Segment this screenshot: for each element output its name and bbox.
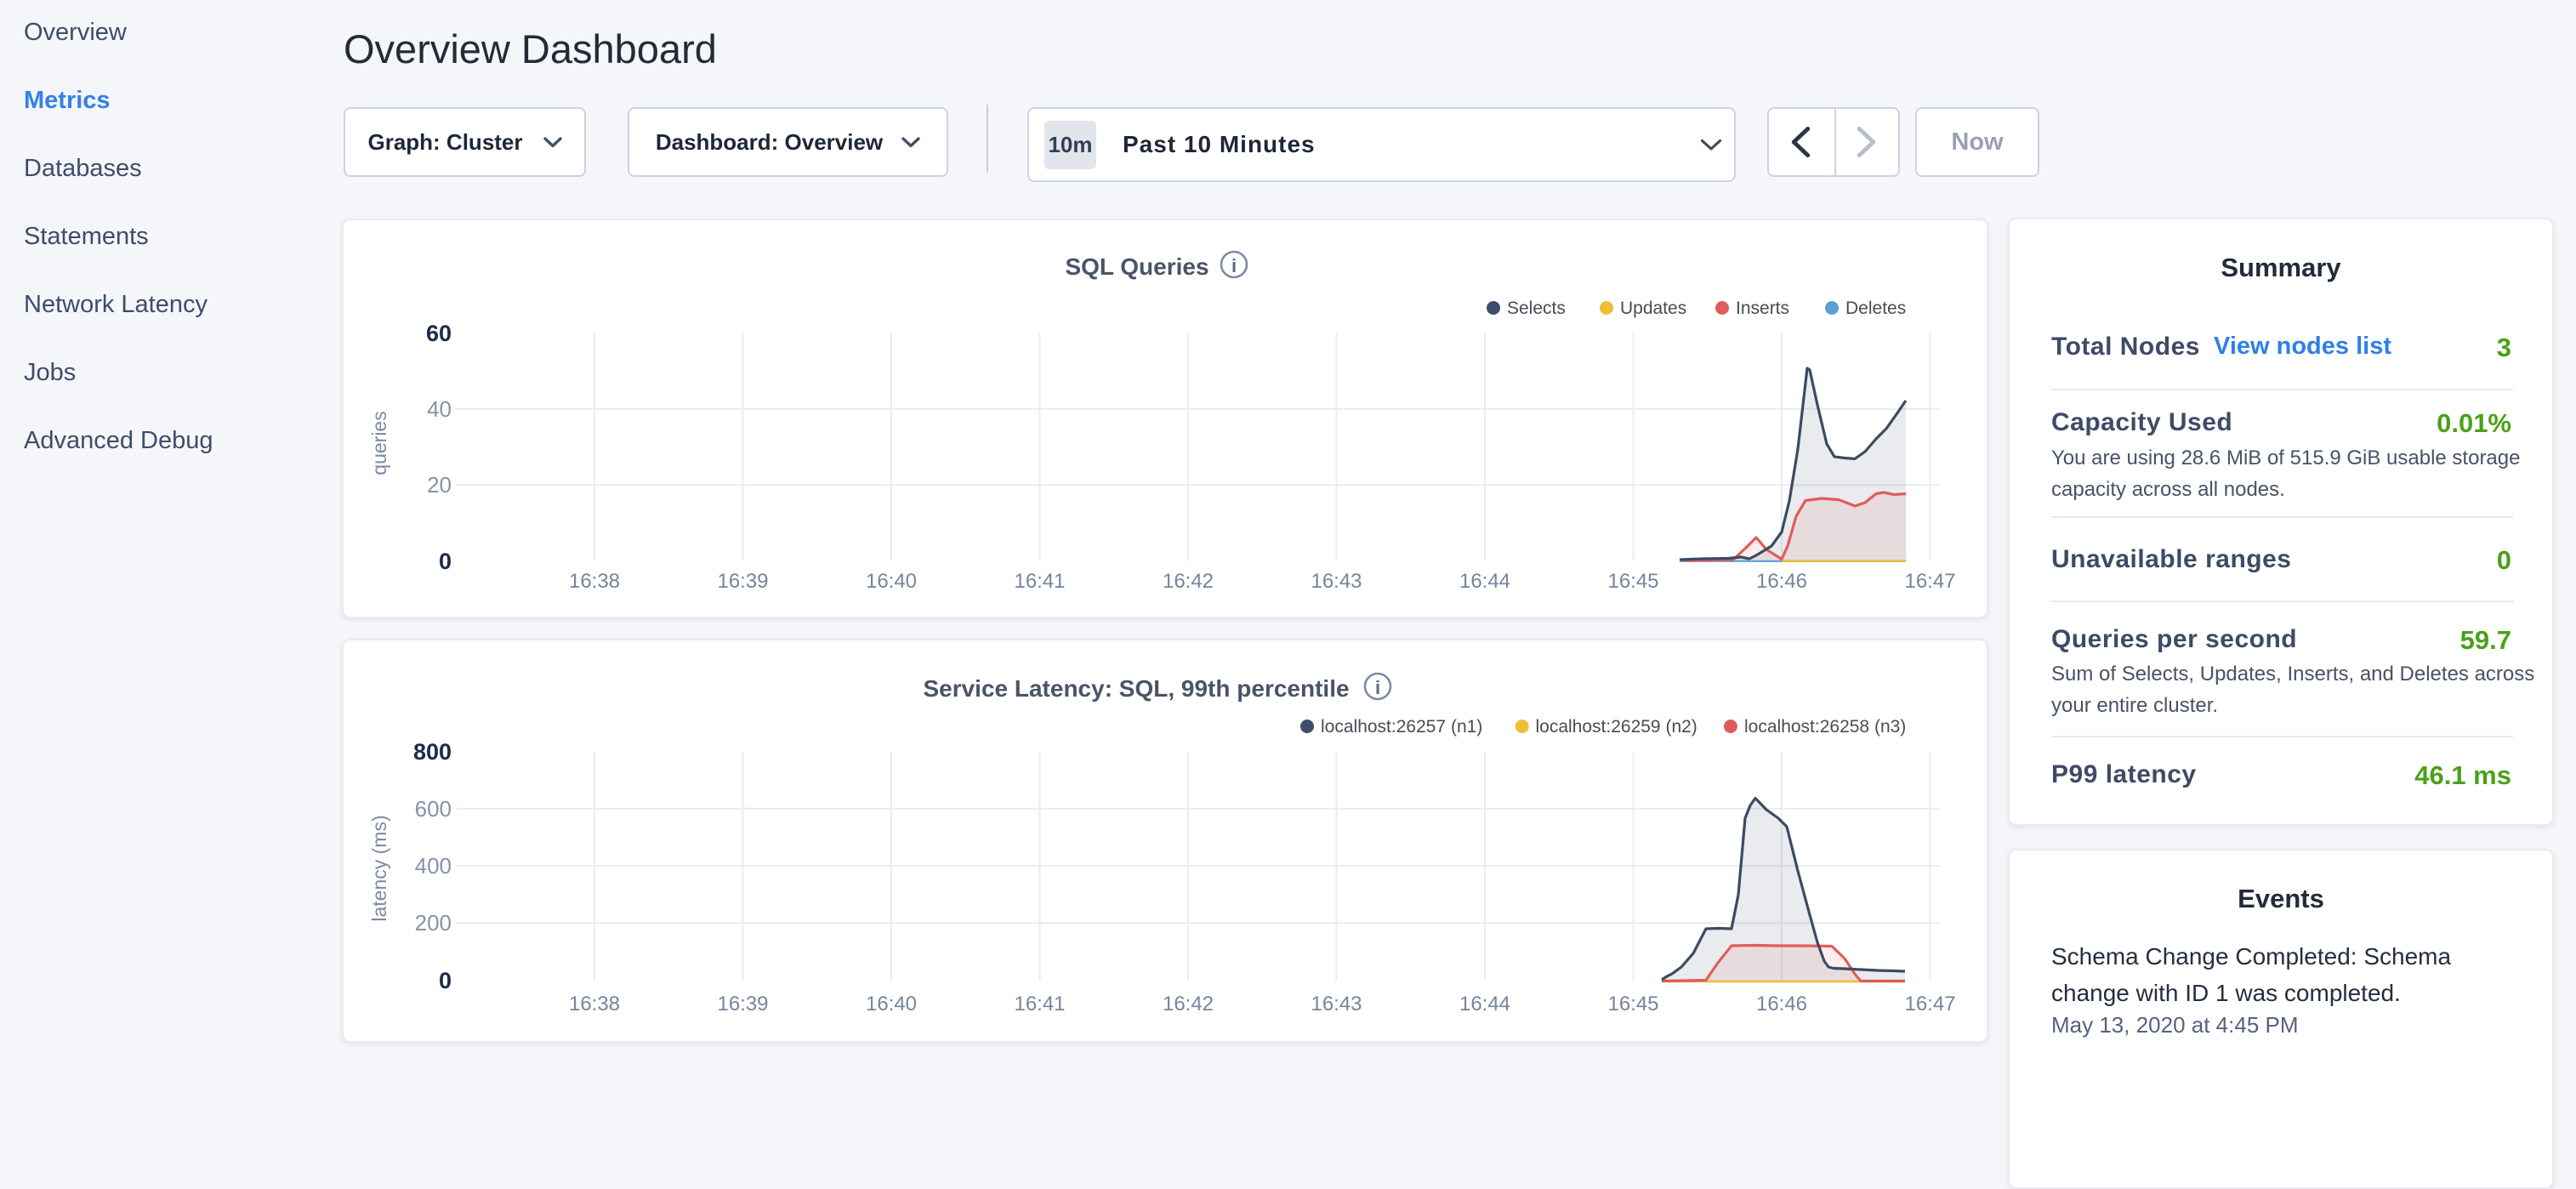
svg-text:localhost:26257 (n1): localhost:26257 (n1)	[1321, 717, 1482, 737]
svg-text:16:42: 16:42	[1163, 993, 1214, 1015]
svg-text:16:44: 16:44	[1459, 570, 1510, 593]
svg-text:Updates: Updates	[1620, 299, 1686, 318]
svg-text:16:46: 16:46	[1756, 570, 1807, 593]
svg-text:0: 0	[439, 549, 452, 574]
svg-text:16:47: 16:47	[1904, 993, 1955, 1015]
svg-text:16:39: 16:39	[717, 570, 768, 593]
svg-text:Deletes: Deletes	[1845, 299, 1906, 318]
svg-text:localhost:26259 (n2): localhost:26259 (n2)	[1536, 717, 1697, 737]
svg-text:i: i	[1231, 255, 1237, 276]
svg-text:16:46: 16:46	[1756, 993, 1807, 1015]
svg-text:600: 600	[415, 796, 452, 822]
svg-text:Inserts: Inserts	[1736, 299, 1789, 318]
svg-text:queries: queries	[368, 411, 390, 475]
svg-text:i: i	[1375, 677, 1380, 698]
svg-text:16:40: 16:40	[866, 570, 917, 593]
svg-text:16:42: 16:42	[1163, 570, 1214, 593]
svg-text:16:38: 16:38	[569, 993, 620, 1015]
svg-text:800: 800	[413, 739, 452, 765]
svg-text:16:40: 16:40	[866, 993, 917, 1015]
svg-text:16:44: 16:44	[1459, 993, 1510, 1015]
svg-text:60: 60	[426, 321, 452, 346]
svg-text:20: 20	[427, 472, 452, 498]
svg-text:16:39: 16:39	[717, 993, 768, 1015]
svg-text:localhost:26258 (n3): localhost:26258 (n3)	[1744, 717, 1906, 737]
svg-text:Service Latency: SQL, 99th per: Service Latency: SQL, 99th percentile	[923, 675, 1349, 702]
svg-text:Selects: Selects	[1507, 299, 1566, 318]
svg-text:16:45: 16:45	[1607, 570, 1658, 593]
svg-text:16:43: 16:43	[1311, 570, 1362, 593]
svg-text:SQL Queries: SQL Queries	[1065, 253, 1208, 280]
svg-text:16:47: 16:47	[1904, 570, 1955, 593]
svg-text:200: 200	[415, 910, 452, 936]
svg-text:latency (ms): latency (ms)	[368, 815, 390, 921]
svg-text:16:41: 16:41	[1014, 993, 1065, 1015]
svg-text:16:45: 16:45	[1607, 993, 1658, 1015]
svg-text:40: 40	[427, 396, 452, 422]
svg-text:16:41: 16:41	[1014, 570, 1065, 593]
svg-text:0: 0	[439, 968, 452, 993]
svg-text:16:43: 16:43	[1311, 993, 1362, 1015]
svg-text:16:38: 16:38	[569, 570, 620, 593]
svg-text:400: 400	[415, 853, 452, 879]
